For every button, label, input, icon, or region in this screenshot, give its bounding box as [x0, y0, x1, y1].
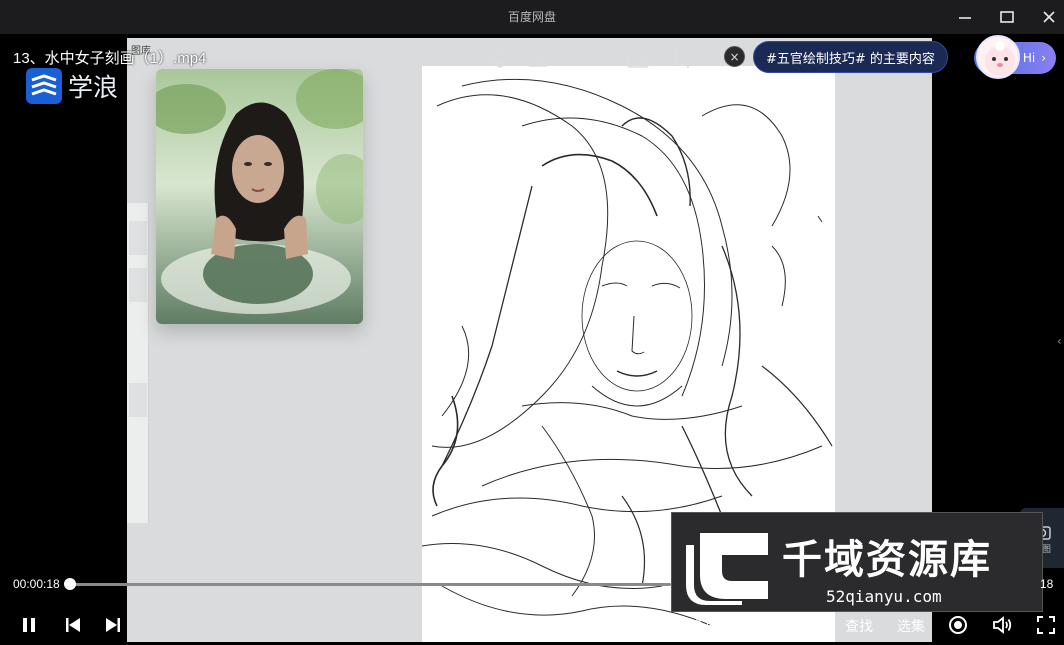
window-title: 百度网盘 [507, 10, 556, 24]
crop-icon [672, 48, 692, 68]
picture-in-picture-button[interactable] [624, 44, 652, 72]
top-actions [480, 44, 712, 72]
side-expand-icon[interactable]: ‹ [1057, 334, 1062, 348]
panel-block [129, 221, 147, 255]
qianyu-logo-icon [686, 533, 768, 605]
video-filename: 13、水中女子刻画（1）.mp4 [13, 50, 207, 67]
volume-button[interactable] [989, 612, 1015, 638]
speed-button[interactable]: 倍速 [688, 616, 716, 636]
volume-icon [993, 616, 1012, 634]
pause-button[interactable] [16, 612, 42, 638]
hi-label: Hi [1022, 51, 1036, 65]
share-button[interactable] [480, 44, 508, 72]
maximize-icon [1000, 11, 1014, 23]
close-icon [1043, 11, 1055, 23]
download-icon [529, 49, 547, 67]
ai-topic-pill[interactable]: #五官绘制技巧# 的主要内容 [753, 41, 948, 73]
ai-close-button[interactable]: × [724, 46, 745, 67]
reference-photo [156, 69, 363, 324]
previous-button[interactable] [60, 612, 86, 638]
window-titlebar: 百度网盘 [0, 0, 1064, 34]
screen-left-panel [127, 203, 149, 523]
pause-icon [23, 618, 35, 632]
minimize-icon [959, 17, 971, 19]
danmaku-button[interactable] [945, 612, 971, 638]
minimize-button[interactable] [950, 4, 980, 30]
panel-block [129, 383, 147, 417]
brand-name: 学浪 [68, 73, 119, 102]
total-time: 18 [1040, 577, 1054, 591]
episodes-button[interactable]: 选集 [897, 616, 925, 636]
panel-block [129, 268, 147, 302]
subtitle-button[interactable]: 字幕 [793, 616, 821, 636]
download-button[interactable] [524, 44, 552, 72]
skip-previous-icon [66, 618, 80, 632]
more-button[interactable] [568, 44, 596, 72]
video-player[interactable]: 图库 13、水中女子刻画（1）.mp4 学浪 × #五官绘制技巧# 的主要内容 … [0, 34, 1064, 645]
close-button[interactable] [1034, 4, 1064, 30]
target-icon [949, 616, 967, 634]
fullscreen-button[interactable] [1033, 612, 1059, 638]
share-icon [484, 48, 504, 68]
playback-controls: 倍速 超清 字幕 查找 选集 [0, 610, 1064, 640]
brand-watermark: 学浪 [26, 68, 118, 104]
skip-next-icon [106, 618, 120, 632]
site-watermark: 千域资源库 52qianyu.com [671, 512, 1043, 612]
quality-button[interactable]: 超清 [741, 616, 769, 636]
search-button[interactable]: 查找 [845, 616, 873, 636]
xuelang-logo-icon [26, 68, 62, 104]
current-time: 00:00:18 [13, 577, 60, 591]
next-button[interactable] [100, 612, 126, 638]
progress-row: 00:00:18 18 [0, 575, 1064, 593]
maximize-button[interactable] [992, 4, 1022, 30]
picture-in-picture-icon [627, 48, 649, 68]
assistant-avatar[interactable] [976, 35, 1020, 79]
more-icon [573, 56, 591, 60]
chevron-right-icon: › [1041, 51, 1046, 65]
progress-handle[interactable] [63, 578, 76, 590]
fullscreen-icon [1037, 616, 1055, 634]
progress-bar[interactable] [68, 583, 671, 586]
crop-button[interactable] [668, 44, 696, 72]
